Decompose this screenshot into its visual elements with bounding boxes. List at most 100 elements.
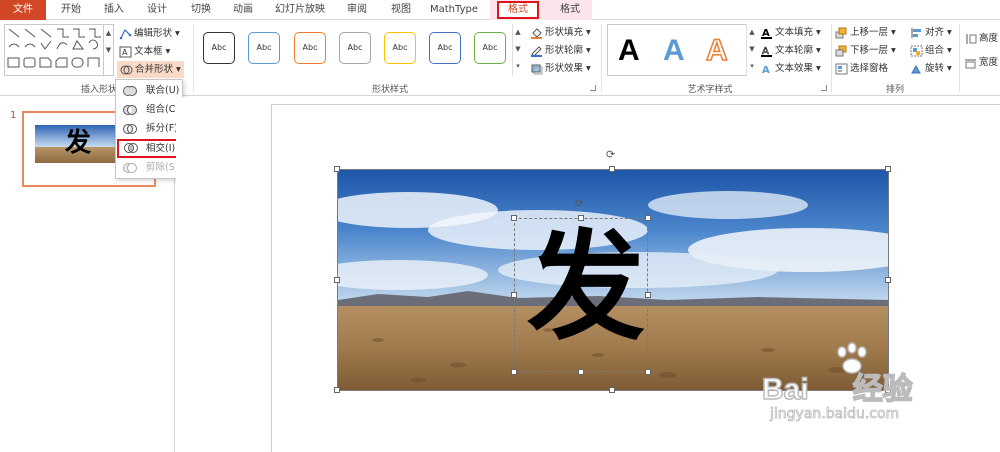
separator xyxy=(193,24,194,92)
send-backward-label: 下移一层 xyxy=(850,45,889,56)
text-fill-button[interactable]: A 文本填充 ▾ xyxy=(760,24,821,41)
send-backward-button[interactable]: 下移一层 ▾ xyxy=(835,42,896,59)
resize-handle[interactable] xyxy=(334,387,340,393)
tab-file[interactable]: 文件 xyxy=(0,0,46,20)
merge-shapes-button[interactable]: 合并形状 ▾ xyxy=(117,61,184,78)
rotate-button[interactable]: 旋转 ▾ xyxy=(910,60,952,77)
shape-style-sample-3[interactable]: Abc xyxy=(294,32,326,64)
ribbon-tab-bar: 文件 开始 插入 设计 切换 动画 幻灯片放映 审阅 视图 MathType 格… xyxy=(0,0,1000,20)
resize-handle[interactable] xyxy=(885,277,891,283)
send-backward-icon xyxy=(835,45,848,57)
shapes-gallery[interactable] xyxy=(4,24,104,76)
resize-handle[interactable] xyxy=(578,215,584,221)
menu-item-subtract[interactable]: 剪除(S) xyxy=(118,159,180,177)
selection-pane-icon xyxy=(835,63,848,75)
watermark-brand-chinese: 经验 xyxy=(852,372,914,407)
tab-home[interactable]: 开始 xyxy=(54,0,88,20)
shape-style-sample-4[interactable]: Abc xyxy=(339,32,371,64)
height-field[interactable]: 高度 xyxy=(964,30,998,47)
tab-review[interactable]: 审阅 xyxy=(340,0,374,20)
watermark-brand: Bai 经验 xyxy=(761,364,914,408)
picture-rotate-handle[interactable]: ⟳ xyxy=(606,148,615,161)
resize-handle[interactable] xyxy=(511,215,517,221)
text-effects-button[interactable]: A 文本效果 ▾ xyxy=(760,60,821,77)
resize-handle[interactable] xyxy=(511,292,517,298)
shapes-gallery-icons xyxy=(7,28,101,68)
text-box-label: 文本框 xyxy=(134,46,163,57)
shape-effects-icon xyxy=(530,63,543,75)
shape-styles-launcher[interactable] xyxy=(590,85,596,91)
menu-item-combine[interactable]: 组合(C) xyxy=(118,101,180,119)
resize-handle[interactable] xyxy=(645,215,651,221)
group-label: 组合 xyxy=(925,45,945,56)
resize-handle[interactable] xyxy=(885,166,891,172)
wordart-styles-launcher[interactable] xyxy=(821,85,827,91)
shape-style-sample-2[interactable]: Abc xyxy=(248,32,280,64)
text-outline-button[interactable]: A 文本轮廓 ▾ xyxy=(760,42,821,59)
selection-pane-button[interactable]: 选择窗格 xyxy=(835,60,888,77)
width-label: 宽度 xyxy=(979,57,999,68)
wordart-sample-orange-outline[interactable]: A xyxy=(705,33,728,68)
shape-fill-button[interactable]: 形状填充 ▾ xyxy=(530,24,591,41)
svg-text:A: A xyxy=(122,48,128,57)
wordart-gallery[interactable]: A A A xyxy=(607,24,747,76)
shapes-gallery-scroll[interactable]: ▲ ▼ xyxy=(104,24,114,76)
shape-style-sample-6[interactable]: Abc xyxy=(429,32,461,64)
align-icon xyxy=(910,27,923,39)
watermark-url: jingyan.baidu.com xyxy=(770,406,900,423)
text-box-icon: A xyxy=(119,46,132,58)
shape-styles-scroll[interactable]: ▲ ▼ ▾ xyxy=(512,24,523,76)
group-button[interactable]: 组合 ▾ xyxy=(910,42,952,59)
union-label: 联合(U) xyxy=(146,85,180,96)
shape-outline-button[interactable]: 形状轮廓 ▾ xyxy=(530,42,591,59)
tab-animations[interactable]: 动画 xyxy=(226,0,260,20)
shape-style-sample-7[interactable]: Abc xyxy=(474,32,506,64)
resize-handle[interactable] xyxy=(645,292,651,298)
shape-outline-label: 形状轮廓 xyxy=(545,45,584,56)
width-icon xyxy=(964,57,977,69)
combine-label: 组合(C) xyxy=(146,104,180,115)
edit-shape-icon xyxy=(119,28,132,40)
tab-view[interactable]: 视图 xyxy=(384,0,418,20)
wordart-sample-black[interactable]: A xyxy=(618,34,640,68)
width-field[interactable]: 宽度 xyxy=(964,54,998,71)
tab-transitions[interactable]: 切换 xyxy=(184,0,218,20)
edit-shape-button[interactable]: 编辑形状 ▾ xyxy=(119,25,180,42)
resize-handle[interactable] xyxy=(511,369,517,375)
selection-pane-label: 选择窗格 xyxy=(850,63,889,74)
wordart-sample-blue[interactable]: A xyxy=(663,34,685,68)
subtract-label: 剪除(S) xyxy=(146,162,179,173)
resize-handle[interactable] xyxy=(334,277,340,283)
tab-insert[interactable]: 插入 xyxy=(98,0,130,20)
text-box-button[interactable]: A 文本框 ▾ xyxy=(119,43,170,60)
tab-design[interactable]: 设计 xyxy=(140,0,174,20)
resize-handle[interactable] xyxy=(334,166,340,172)
text-effects-label: 文本效果 xyxy=(775,63,814,74)
resize-handle[interactable] xyxy=(645,369,651,375)
align-button[interactable]: 对齐 ▾ xyxy=(910,24,952,41)
wordart-gallery-scroll[interactable]: ▲ ▼ ▾ xyxy=(746,24,757,76)
shape-effects-label: 形状效果 xyxy=(545,63,584,74)
resize-handle[interactable] xyxy=(609,387,615,393)
rotate-icon xyxy=(910,63,923,75)
resize-handle[interactable] xyxy=(609,166,615,172)
tab-slideshow[interactable]: 幻灯片放映 xyxy=(270,0,330,20)
bring-forward-button[interactable]: 上移一层 ▾ xyxy=(835,24,896,41)
shape-effects-button[interactable]: 形状效果 ▾ xyxy=(530,60,591,77)
shape-style-sample-1[interactable]: Abc xyxy=(203,32,235,64)
menu-item-intersect[interactable]: 相交(I) xyxy=(117,139,179,158)
resize-handle[interactable] xyxy=(578,369,584,375)
tab-format-picture[interactable]: 格式 xyxy=(550,0,590,20)
tab-format-drawing[interactable]: 格式 xyxy=(497,1,539,19)
shape-style-sample-5[interactable]: Abc xyxy=(384,32,416,64)
group-label-shape-styles: 形状样式 xyxy=(371,85,408,95)
text-rotate-handle[interactable]: ⟳ xyxy=(575,197,584,210)
menu-item-fragment[interactable]: 拆分(F) xyxy=(118,120,180,138)
tab-mathtype[interactable]: MathType xyxy=(426,0,482,20)
group-label-arrange: 排列 xyxy=(885,85,904,95)
shape-fill-label: 形状填充 xyxy=(545,27,584,38)
height-icon xyxy=(964,33,977,45)
subtract-icon xyxy=(123,162,137,174)
text-effects-icon: A xyxy=(760,63,773,76)
menu-item-union[interactable]: 联合(U) xyxy=(118,82,180,100)
